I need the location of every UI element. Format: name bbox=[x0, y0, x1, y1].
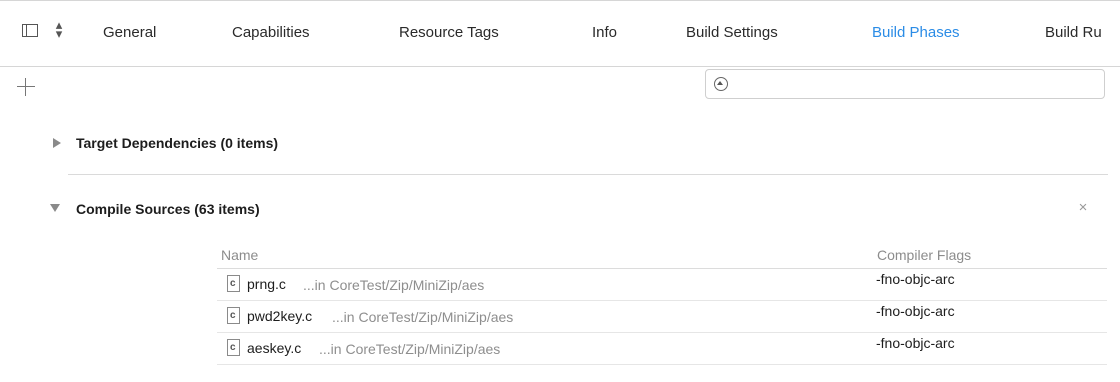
filter-field[interactable] bbox=[705, 69, 1105, 99]
compile-sources-disclosure-icon[interactable] bbox=[50, 204, 60, 212]
phases-toolbar bbox=[0, 67, 1120, 107]
table-row[interactable]: aeskey.c ...in CoreTest/Zip/MiniZip/aes … bbox=[217, 333, 1107, 365]
add-phase-plus-icon[interactable] bbox=[16, 77, 36, 97]
tab-build-settings[interactable]: Build Settings bbox=[686, 24, 778, 41]
file-path: ...in CoreTest/Zip/MiniZip/aes bbox=[303, 277, 485, 293]
file-name: prng.c bbox=[247, 276, 286, 292]
c-file-icon bbox=[227, 275, 240, 292]
target-dependencies-disclosure-icon[interactable] bbox=[53, 138, 61, 148]
filter-icon bbox=[714, 77, 728, 91]
file-path: ...in CoreTest/Zip/MiniZip/aes bbox=[332, 309, 514, 325]
tab-general[interactable]: General bbox=[103, 24, 156, 41]
c-file-icon bbox=[227, 339, 240, 356]
tab-capabilities[interactable]: Capabilities bbox=[232, 24, 310, 41]
file-name: aeskey.c bbox=[247, 340, 302, 356]
tab-build-phases[interactable]: Build Phases bbox=[872, 24, 960, 41]
top-border bbox=[0, 0, 1120, 11]
editor-tab-bar: ▴ ▾ General Capabilities Resource Tags In… bbox=[0, 0, 1120, 67]
filter-input[interactable] bbox=[734, 74, 1098, 96]
sidebar-toggle-icon[interactable] bbox=[22, 24, 38, 37]
c-file-icon bbox=[227, 307, 240, 324]
compiler-flags-value[interactable]: -fno-objc-arc bbox=[876, 335, 955, 351]
compiler-flags-value[interactable]: -fno-objc-arc bbox=[876, 271, 955, 287]
tab-build-rules[interactable]: Build Ru bbox=[1045, 24, 1102, 41]
target-stepper-icon[interactable]: ▴ ▾ bbox=[54, 18, 64, 40]
file-name: pwd2key.c bbox=[247, 308, 313, 324]
tab-info[interactable]: Info bbox=[592, 24, 617, 41]
table-row[interactable]: pwd2key.c ...in CoreTest/Zip/MiniZip/aes… bbox=[217, 301, 1107, 333]
remove-phase-close-icon[interactable]: × bbox=[1075, 200, 1091, 216]
column-header-name[interactable]: Name bbox=[221, 247, 258, 263]
compiler-flags-value[interactable]: -fno-objc-arc bbox=[876, 303, 955, 319]
section-divider bbox=[68, 174, 1108, 175]
tab-resource-tags[interactable]: Resource Tags bbox=[399, 24, 499, 41]
compile-sources-header[interactable]: Compile Sources (63 items) bbox=[76, 201, 260, 217]
file-path: ...in CoreTest/Zip/MiniZip/aes bbox=[319, 341, 501, 357]
target-dependencies-header[interactable]: Target Dependencies (0 items) bbox=[76, 135, 278, 151]
column-header-compiler-flags[interactable]: Compiler Flags bbox=[877, 247, 971, 263]
table-row[interactable]: prng.c ...in CoreTest/Zip/MiniZip/aes -f… bbox=[217, 269, 1107, 301]
